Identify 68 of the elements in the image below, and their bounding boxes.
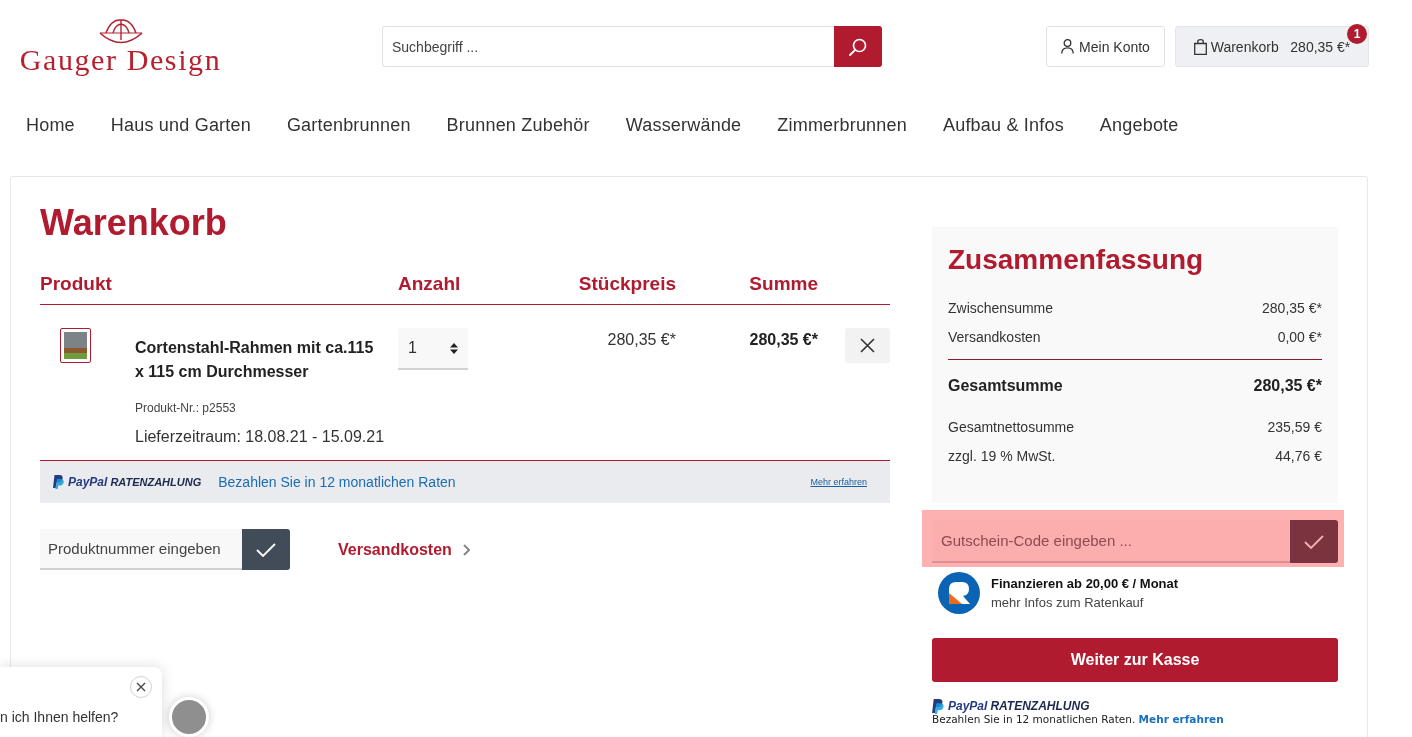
cart-button[interactable]: Warenkorb 280,35 €* 1 xyxy=(1175,26,1369,67)
chevron-right-icon xyxy=(462,543,470,556)
learn-more-link[interactable]: Mehr erfahren xyxy=(810,477,867,487)
user-icon xyxy=(1061,39,1075,54)
nav-link[interactable]: Gartenbrunnen xyxy=(286,114,411,136)
summary-label: Zwischensumme xyxy=(948,299,1054,316)
nav-link[interactable]: Angebote xyxy=(1099,114,1179,136)
learn-more-link[interactable]: Mehr erfahren xyxy=(1138,713,1224,725)
submit-button[interactable] xyxy=(242,529,290,570)
nav-link[interactable]: Wasserwände xyxy=(625,114,742,136)
summary-value: 280,35 €* xyxy=(1262,299,1322,316)
installment-note: Bezahlen Sie in 12 monatlichen Raten. Mehr erfahren xyxy=(932,713,1225,726)
nav-link[interactable]: Haus und Garten xyxy=(110,114,251,136)
quantity-select[interactable]: 1 xyxy=(398,328,468,370)
financing-title: Finanzieren ab 20,00 € / Monat xyxy=(991,575,1179,593)
submit-button[interactable] xyxy=(1290,520,1338,563)
payment-product-text: RATENZAHLUNG xyxy=(990,699,1090,713)
column-header: Summe xyxy=(749,273,818,295)
column-header: Anzahl xyxy=(398,273,461,295)
summary-value: 280,35 €* xyxy=(1253,377,1322,395)
circle-logo-icon xyxy=(938,572,980,614)
summary-label: Gesamtnettosumme xyxy=(948,418,1075,435)
search-button[interactable] xyxy=(834,26,882,67)
p-logo-icon xyxy=(53,475,64,489)
avatar-placeholder[interactable] xyxy=(169,697,209,737)
close-icon xyxy=(860,338,875,353)
account-button[interactable]: Mein Konto xyxy=(1046,26,1165,67)
column-header: Stückpreis xyxy=(578,273,676,295)
summary-value: 44,76 € xyxy=(1275,447,1322,464)
summary-label: Versandkosten xyxy=(948,328,1041,345)
search-field[interactable]: Suchbegriff ... xyxy=(382,26,834,67)
summary-title: Zusammenfassung xyxy=(948,243,1205,277)
unit-price: 280,35 €* xyxy=(607,330,676,350)
product-photo-placeholder[interactable] xyxy=(60,328,91,363)
product-number-field[interactable]: Produktnummer eingeben xyxy=(40,529,242,570)
line-total: 280,35 €* xyxy=(749,330,818,350)
product-number: Produkt-Nr.: p2553 xyxy=(135,400,237,417)
sort-caret-icon xyxy=(450,342,458,354)
delivery-time: Lieferzeitraum: 18.08.21 - 15.09.21 xyxy=(135,427,386,447)
installment-text: Bezahlen Sie in 12 monatlichen Raten xyxy=(218,474,456,490)
page-title: Warenkorb xyxy=(40,201,228,245)
close-button[interactable] xyxy=(130,676,152,698)
nav-link[interactable]: Aufbau & Infos xyxy=(942,114,1064,136)
column-header: Produkt xyxy=(40,273,112,295)
nav-link[interactable]: Zimmerbrunnen xyxy=(777,114,907,136)
payment-brand-text: PayPal xyxy=(68,475,108,489)
payment-brand-text: PayPal xyxy=(948,699,988,713)
payment-product-text: RATENZAHLUNG xyxy=(110,476,202,488)
remove-button[interactable] xyxy=(845,328,890,363)
summary-label: Gesamtsumme xyxy=(948,377,1063,395)
shipping-costs-link[interactable]: Versandkosten xyxy=(338,540,470,559)
summary-value: 0,00 €* xyxy=(1277,328,1322,345)
product-name[interactable]: Cortenstahl-Rahmen mit ca.115 x 115 cm Durchmesser xyxy=(135,336,379,384)
summary-label: zzgl. 19 % MwSt. xyxy=(948,447,1056,464)
check-icon xyxy=(256,542,276,557)
check-icon xyxy=(1304,534,1324,549)
shopping-bag-icon xyxy=(1193,38,1207,55)
financing-info-link[interactable]: mehr Infos zum Ratenkauf xyxy=(991,593,1144,612)
logo-text[interactable]: Gauger Design xyxy=(19,45,222,75)
p-logo-icon xyxy=(932,698,944,714)
chat-message: n ich Ihnen helfen? xyxy=(0,708,120,727)
nav-link[interactable]: Home xyxy=(26,114,75,136)
close-icon xyxy=(136,682,146,692)
summary-value: 235,59 € xyxy=(1267,418,1322,435)
search-icon xyxy=(849,37,867,56)
fountain-logo-icon xyxy=(97,18,144,44)
nav-link[interactable]: Brunnen Zubehör xyxy=(446,114,590,136)
checkout-button[interactable]: Weiter zur Kasse xyxy=(932,638,1338,682)
